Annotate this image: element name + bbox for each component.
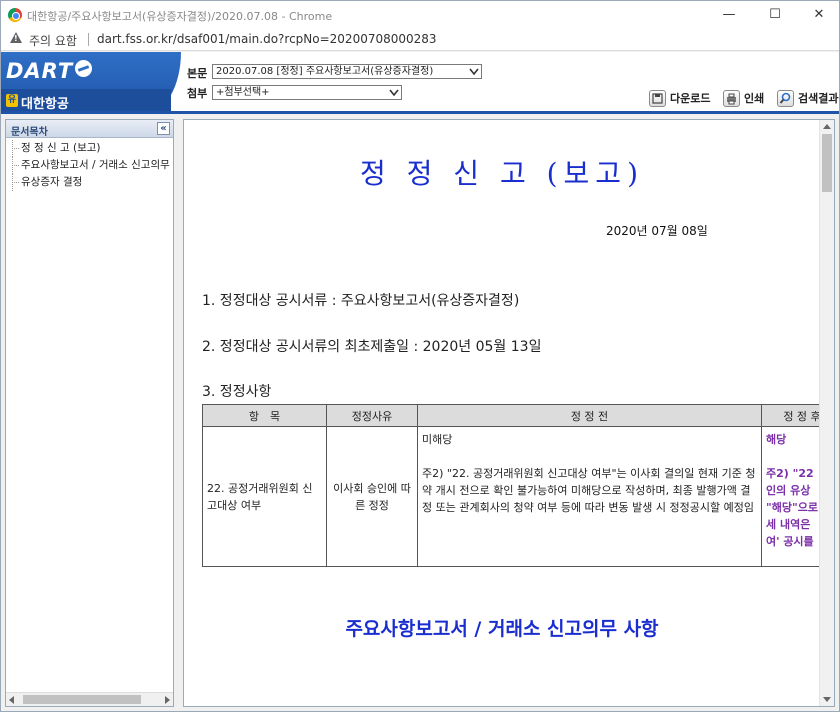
- url-text[interactable]: dart.fss.or.kr/dsaf001/main.do?rcpNo=202…: [97, 32, 437, 46]
- header-divider: [1, 111, 839, 114]
- table-header-row: 항 목 정정사유 정 정 전 정 정 후: [202, 404, 834, 427]
- divider: [88, 33, 89, 46]
- main-doc-label: 본문: [187, 67, 208, 80]
- main-doc-select-value: 2020.07.08 [정정] 주요사항보고서(유상증자결정): [216, 66, 434, 77]
- collapse-sidebar-button[interactable]: «: [157, 122, 170, 135]
- column-header-reason: 정정사유: [326, 404, 418, 427]
- dart-header: DART 유 대한항공 본문 2020.07.08 [정정] 주요사항보고서(유…: [1, 52, 839, 114]
- chrome-logo-icon: [8, 8, 22, 22]
- toc-title: 문서목차: [11, 127, 48, 138]
- scrollbar-thumb[interactable]: [822, 134, 832, 192]
- close-button[interactable]: ✕: [797, 1, 839, 29]
- before-status: 미해당: [422, 433, 453, 446]
- company-badge-icon: 유: [6, 94, 18, 107]
- magnifier-icon: [777, 89, 794, 107]
- maximize-button[interactable]: ☐: [753, 1, 797, 29]
- dart-logo-icon: [75, 60, 92, 77]
- chevron-down-icon: [389, 89, 399, 97]
- security-warning-label[interactable]: 주의 요함: [29, 32, 77, 49]
- print-button[interactable]: 인쇄: [723, 89, 764, 107]
- printer-icon: [723, 89, 740, 107]
- chevron-down-icon: [469, 68, 479, 76]
- attachment-select[interactable]: +첨부선택+: [212, 85, 402, 100]
- company-name: 대한항공: [21, 97, 69, 112]
- document-date: 2020년 07월 08일: [606, 224, 708, 238]
- save-icon: [649, 89, 666, 107]
- sidebar-horizontal-scrollbar[interactable]: [6, 692, 173, 706]
- scroll-right-icon[interactable]: [165, 696, 170, 704]
- toc-sidebar: 문서목차 « 정 정 신 고 (보고) 주요사항보고서 / 거래소 신고의무 유…: [5, 119, 174, 707]
- scroll-left-icon[interactable]: [9, 696, 14, 704]
- before-note: 주2) "22. 공정거래위원회 신고대상 여부"는 이사회 결의일 현재 기준…: [422, 467, 756, 514]
- address-bar[interactable]: 주의 요함 dart.fss.or.kr/dsaf001/main.do?rcp…: [1, 29, 839, 51]
- toc-item-correction-report[interactable]: 정 정 신 고 (보고): [6, 140, 173, 157]
- browser-window: 대한항공/주요사항보고서(유상증자결정)/2020.07.08 - Chrome…: [0, 0, 840, 712]
- attachment-select-value: +첨부선택+: [216, 87, 270, 98]
- warning-icon[interactable]: [10, 32, 22, 43]
- cell-reason: 이사회 승인에 따른 정정: [326, 426, 418, 567]
- toc-item-major-report[interactable]: 주요사항보고서 / 거래소 신고의무: [6, 157, 173, 174]
- print-label: 인쇄: [744, 92, 765, 105]
- toc-tree: 정 정 신 고 (보고) 주요사항보고서 / 거래소 신고의무 유상증자 결정: [6, 140, 173, 191]
- toc-header: 문서목차 «: [6, 120, 173, 138]
- item-3-corrections: 3. 정정사항: [202, 384, 272, 400]
- scroll-down-icon[interactable]: [823, 697, 831, 702]
- minimize-button[interactable]: —: [707, 1, 751, 29]
- corrections-table: 항 목 정정사유 정 정 전 정 정 후 22. 공정거래위원회 신고대상 여부…: [202, 404, 834, 567]
- scroll-up-icon[interactable]: [823, 124, 831, 129]
- document-vertical-scrollbar[interactable]: [819, 120, 834, 706]
- toc-item-capital-increase[interactable]: 유상증자 결정: [6, 174, 173, 191]
- item-1-target-filing: 1. 정정대상 공시서류 : 주요사항보고서(유상증자결정): [202, 293, 520, 309]
- table-row: 22. 공정거래위원회 신고대상 여부 이사회 승인에 따른 정정 미해당 주2…: [202, 426, 834, 567]
- main-doc-select[interactable]: 2020.07.08 [정정] 주요사항보고서(유상증자결정): [212, 64, 482, 79]
- scrollbar-thumb[interactable]: [23, 695, 141, 704]
- attachment-label: 첨부: [187, 87, 208, 100]
- window-title: 대한항공/주요사항보고서(유상증자결정)/2020.07.08 - Chrome: [27, 10, 333, 23]
- search-results-button[interactable]: 검색결과: [777, 89, 838, 107]
- title-bar: 대한항공/주요사항보고서(유상증자결정)/2020.07.08 - Chrome…: [1, 1, 839, 29]
- download-button[interactable]: 다운로드: [649, 89, 710, 107]
- document-pane: 정 정 신 고 (보고) 2020년 07월 08일 1. 정정대상 공시서류 …: [183, 119, 835, 707]
- document-title: 정 정 신 고 (보고): [359, 157, 644, 190]
- column-header-item: 항 목: [202, 404, 327, 427]
- section-heading-major-report: 주요사항보고서 / 거래소 신고의무 사항: [345, 618, 659, 640]
- dart-logo[interactable]: DART: [6, 59, 73, 83]
- search-results-label: 검색결과: [798, 92, 839, 105]
- download-label: 다운로드: [670, 92, 711, 105]
- column-header-before: 정 정 전: [417, 404, 762, 427]
- item-2-first-submission: 2. 정정대상 공시서류의 최초제출일 : 2020년 05월 13일: [202, 339, 542, 355]
- cell-before: 미해당 주2) "22. 공정거래위원회 신고대상 여부"는 이사회 결의일 현…: [417, 426, 762, 567]
- cell-item: 22. 공정거래위원회 신고대상 여부: [202, 426, 327, 567]
